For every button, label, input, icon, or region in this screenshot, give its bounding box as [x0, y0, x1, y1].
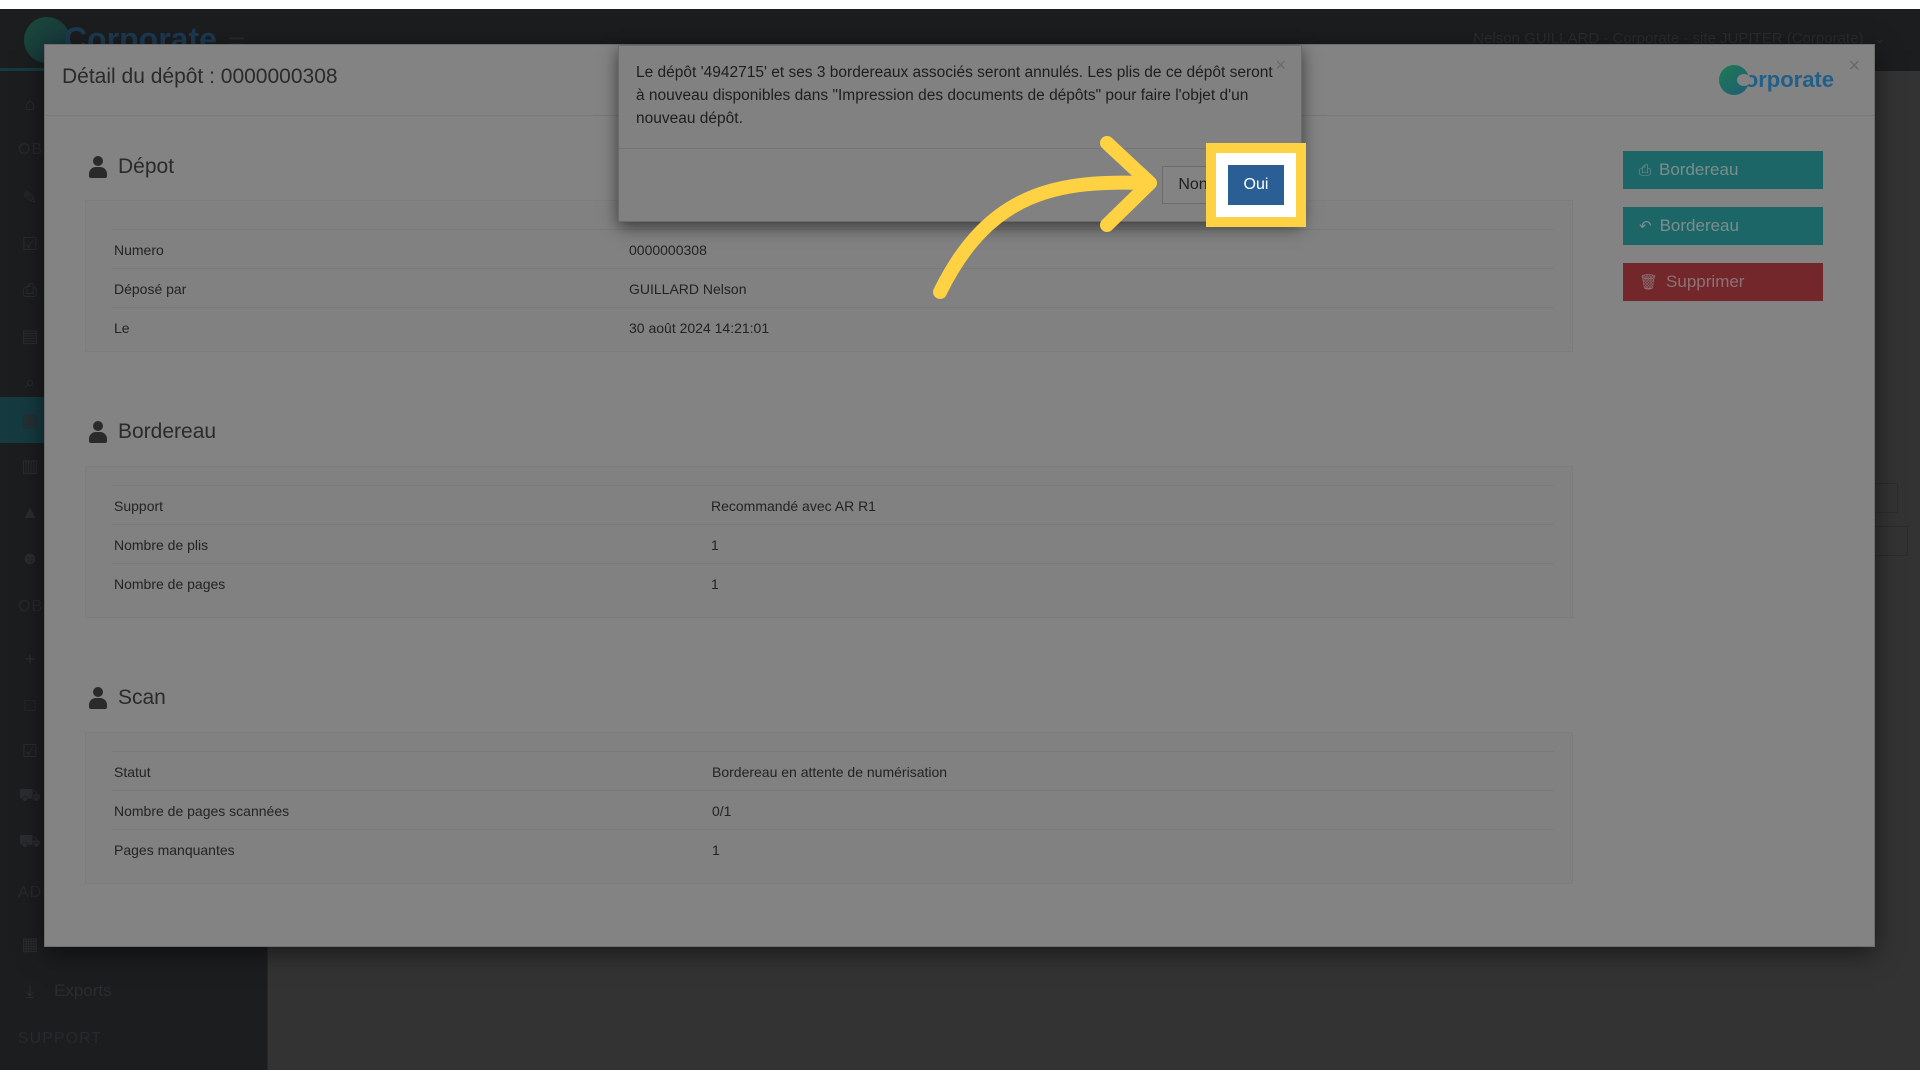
row-label: Nombre de plis — [114, 537, 209, 553]
sidebar-item-label: Exports — [54, 981, 112, 1000]
bordereau-table: Support Recommandé avec AR R1 Nombre de … — [112, 485, 1554, 602]
search-icon: ⌕ — [24, 371, 36, 392]
modal-title: Détail du dépôt : 0000000308 — [62, 65, 338, 88]
table-row: Le 30 août 2024 14:21:01 — [112, 307, 1554, 346]
pen-icon: ✎ — [22, 187, 38, 208]
checkbox-icon: ☑ — [21, 740, 39, 761]
highlight-box: Oui — [1206, 143, 1306, 227]
print-icon: ⎙ — [22, 279, 38, 300]
sidebar-item-exports[interactable]: ⤓ Exports — [0, 968, 268, 1014]
home-icon: ⌂ — [24, 93, 36, 114]
row-value: GUILLARD Nelson — [629, 281, 747, 297]
row-label: Support — [114, 498, 164, 514]
row-label: Nombre de pages — [114, 576, 226, 592]
row-value: Recommandé avec AR R1 — [711, 498, 876, 514]
user-icon — [88, 156, 108, 178]
document-icon: ▤ — [21, 325, 39, 346]
row-label: Statut — [114, 764, 151, 780]
button-label: Supprimer — [1666, 272, 1745, 291]
table-row: Statut Bordereau en attente de numérisat… — [112, 751, 1554, 790]
plus-icon: + — [24, 648, 36, 669]
chevron-down-icon: ⌄ — [1873, 30, 1886, 47]
barcode-icon: ▥ — [21, 455, 39, 476]
confirm-dialog: Le dépôt '4942715' et ses 3 bordereaux a… — [618, 45, 1302, 222]
edit-icon: ☑ — [21, 233, 39, 254]
row-value: 0000000308 — [629, 242, 707, 258]
calendar-icon: ▦ — [21, 409, 39, 430]
alert-icon: ▲ — [21, 501, 39, 522]
user-icon — [88, 687, 108, 709]
trash-icon: 🗑 — [1639, 274, 1659, 291]
row-label: Pages manquantes — [114, 842, 235, 858]
table-row: Déposé par GUILLARD Nelson — [112, 268, 1554, 307]
row-label: Le — [114, 320, 130, 336]
section-title-text: Bordereau — [118, 420, 217, 443]
row-value: 30 août 2024 14:21:01 — [629, 320, 770, 336]
logo-circle-icon — [1718, 65, 1751, 95]
divider — [619, 148, 1301, 149]
table-row: Support Recommandé avec AR R1 — [112, 485, 1554, 524]
row-value: Bordereau en attente de numérisation — [712, 764, 948, 780]
yes-button[interactable]: Oui — [1228, 165, 1284, 205]
delete-button[interactable]: 🗑 Supprimer — [1623, 263, 1823, 301]
users-icon: ☻ — [20, 547, 40, 568]
cart-icon: ⛟ — [18, 785, 42, 805]
download-icon: ⤓ — [26, 980, 34, 1001]
row-value: 1 — [711, 537, 719, 553]
table-row: Nombre de plis 1 — [112, 524, 1554, 563]
table-row: Numero 0000000308 — [112, 229, 1554, 268]
bordereau-panel: Support Recommandé avec AR R1 Nombre de … — [85, 466, 1573, 618]
row-value: 0/1 — [712, 803, 732, 819]
confirm-message: Le dépôt '4942715' et ses 3 bordereaux a… — [636, 64, 1273, 127]
depot-table: Numero 0000000308 Déposé par GUILLARD Ne… — [112, 229, 1554, 346]
user-icon — [88, 421, 108, 443]
button-label: Bordereau — [1659, 160, 1739, 179]
section-title-text: Scan — [118, 686, 166, 709]
scan-panel: Statut Bordereau en attente de numérisat… — [85, 732, 1573, 884]
sidebar-section-label: SUPPORT — [18, 1030, 103, 1047]
reply-bordereau-button[interactable]: ↶ Bordereau — [1623, 207, 1823, 245]
row-label: Nombre de pages scannées — [114, 803, 290, 819]
button-label: Bordereau — [1659, 216, 1739, 235]
row-value: 1 — [712, 842, 720, 858]
section-title-bordereau: Bordereau — [88, 420, 216, 444]
close-icon[interactable]: × — [1275, 55, 1286, 76]
row-label: Déposé par — [114, 281, 187, 297]
section-title-scan: Scan — [88, 686, 166, 710]
close-icon[interactable]: × — [1848, 55, 1860, 78]
scan-table: Statut Bordereau en attente de numérisat… — [112, 751, 1554, 868]
table-row: Pages manquantes 1 — [112, 829, 1554, 868]
square-icon: □ — [24, 694, 36, 715]
reply-icon: ↶ — [1639, 218, 1652, 235]
print-bordereau-button[interactable]: ⎙ Bordereau — [1623, 151, 1823, 189]
truck-icon: ⛟ — [18, 831, 42, 851]
depot-panel: Numero 0000000308 Déposé par GUILLARD Ne… — [85, 200, 1573, 352]
section-title-text: Dépot — [118, 155, 175, 178]
table-row: Nombre de pages 1 — [112, 563, 1554, 602]
grid-icon: ▦ — [21, 933, 39, 954]
logo-text: orporate — [1744, 67, 1834, 92]
table-row: Nombre de pages scannées 0/1 — [112, 790, 1554, 829]
print-icon: ⎙ — [1639, 161, 1652, 179]
row-label: Numero — [114, 242, 164, 258]
row-value: 1 — [711, 576, 719, 592]
corporate-logo: orporate — [1718, 63, 1834, 97]
section-title-depot: Dépot — [88, 155, 174, 179]
